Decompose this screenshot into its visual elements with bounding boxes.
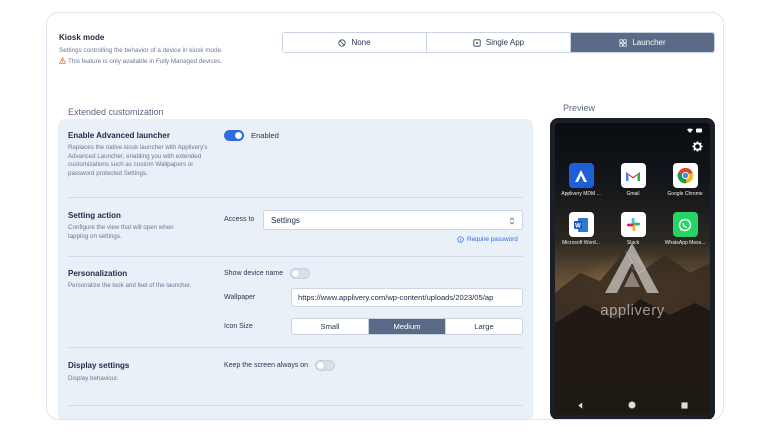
kiosk-option-launcher[interactable]: Launcher	[571, 33, 714, 52]
app-gmail[interactable]: Gmail	[611, 163, 655, 197]
ban-icon	[338, 38, 347, 47]
kiosk-mode-selector: None Single App Launcher	[282, 32, 715, 53]
icon-size-large[interactable]: Large	[446, 319, 522, 334]
keep-screen-on-label: Keep the screen always on	[224, 362, 309, 369]
personalization-title: Personalization	[68, 269, 128, 278]
info-circle-icon	[457, 236, 464, 243]
applivery-icon	[568, 163, 594, 188]
icon-size-label: Icon Size	[224, 323, 253, 330]
wifi-icon	[687, 128, 693, 133]
device-preview: Applivery MDM ... Gmail Google Chrome W …	[550, 118, 715, 419]
wallpaper-url-input[interactable]: https://www.applivery.com/wp-content/upl…	[291, 288, 523, 307]
kiosk-mode-warning: This feature is only available in Fully …	[59, 57, 229, 67]
advanced-launcher-title: Enable Advanced launcher	[68, 131, 170, 140]
app-name: Microsoft Word...	[562, 240, 600, 246]
extended-customization-panel: Enable Advanced launcher Replaces the na…	[58, 119, 533, 419]
require-password-label: Require password	[467, 236, 518, 243]
advanced-launcher-toggle[interactable]	[224, 130, 244, 141]
display-settings-title: Display settings	[68, 361, 130, 370]
kiosk-settings-card: Kiosk mode Settings controlling the beha…	[46, 12, 724, 420]
applivery-wordmark: applivery	[600, 302, 665, 319]
advanced-launcher-toggle-label: Enabled	[251, 131, 279, 140]
recents-icon[interactable]	[681, 401, 688, 409]
advanced-launcher-description: Replaces the native kiosk launcher with …	[68, 144, 208, 177]
status-bar	[687, 128, 703, 133]
warning-icon	[59, 57, 66, 64]
show-device-name-label: Show device name	[224, 270, 284, 277]
word-icon: W	[568, 212, 594, 237]
kiosk-option-single-app[interactable]: Single App	[427, 33, 571, 52]
app-name: WhatsApp Mess...	[664, 240, 706, 246]
app-whatsapp[interactable]: WhatsApp Mess...	[663, 212, 707, 246]
app-name: Gmail	[626, 191, 640, 197]
whatsapp-icon	[672, 212, 698, 237]
setting-action-title: Setting action	[68, 211, 121, 220]
kiosk-option-single-app-label: Single App	[485, 38, 525, 47]
back-icon[interactable]	[577, 401, 584, 409]
extended-customization-title: Extended customization	[68, 107, 164, 117]
kiosk-warning-text: This feature is only available in Fully …	[68, 58, 223, 65]
svg-text:W: W	[575, 223, 581, 229]
app-chrome[interactable]: Google Chrome	[663, 163, 707, 197]
icon-size-medium[interactable]: Medium	[369, 319, 446, 334]
show-device-name-toggle[interactable]	[290, 268, 310, 279]
icon-size-small[interactable]: Small	[292, 319, 369, 334]
kiosk-option-none[interactable]: None	[283, 33, 427, 52]
kiosk-option-launcher-label: Launcher	[632, 38, 666, 47]
divider	[68, 197, 523, 198]
require-password-link[interactable]: Require password	[457, 236, 518, 243]
kiosk-mode-description: Settings controlling the behavior of a d…	[59, 47, 223, 54]
setting-action-description: Configure the view that will open when t…	[68, 224, 174, 240]
divider	[68, 405, 523, 406]
kiosk-option-none-label: None	[351, 38, 371, 47]
device-screen: Applivery MDM ... Gmail Google Chrome W …	[555, 123, 710, 415]
kiosk-mode-title: Kiosk mode	[59, 33, 105, 42]
wallpaper-label: Wallpaper	[224, 294, 256, 301]
divider	[68, 256, 523, 257]
gmail-icon	[620, 163, 646, 188]
app-applivery[interactable]: Applivery MDM ...	[559, 163, 603, 197]
keep-screen-on-toggle[interactable]	[315, 360, 335, 371]
access-to-value: Settings	[271, 215, 300, 225]
slack-icon	[620, 212, 646, 237]
android-nav-bar	[555, 395, 710, 415]
chrome-icon	[672, 163, 698, 188]
applivery-logo	[605, 243, 659, 293]
access-to-label: Access to	[224, 216, 255, 223]
app-name: Google Chrome	[667, 191, 703, 197]
toggle-knob	[317, 362, 324, 369]
access-to-select[interactable]: Settings	[263, 210, 523, 230]
grid-icon	[619, 38, 627, 47]
app-square-icon	[473, 38, 481, 47]
display-settings-description: Display behaviour.	[68, 375, 119, 382]
gear-icon[interactable]	[692, 141, 703, 152]
chevron-updown-icon	[509, 217, 515, 225]
battery-icon	[696, 128, 702, 133]
toggle-knob	[235, 132, 242, 139]
toggle-knob	[292, 270, 299, 277]
divider	[68, 347, 523, 348]
personalization-description: Personalize the look and feel of the lau…	[68, 282, 192, 289]
home-icon[interactable]	[628, 401, 636, 409]
app-word[interactable]: W Microsoft Word...	[559, 212, 603, 246]
preview-title: Preview	[563, 103, 596, 113]
icon-size-selector: Small Medium Large	[291, 318, 523, 335]
app-slack[interactable]: Slack	[611, 212, 655, 246]
app-name: Applivery MDM ...	[561, 191, 601, 197]
